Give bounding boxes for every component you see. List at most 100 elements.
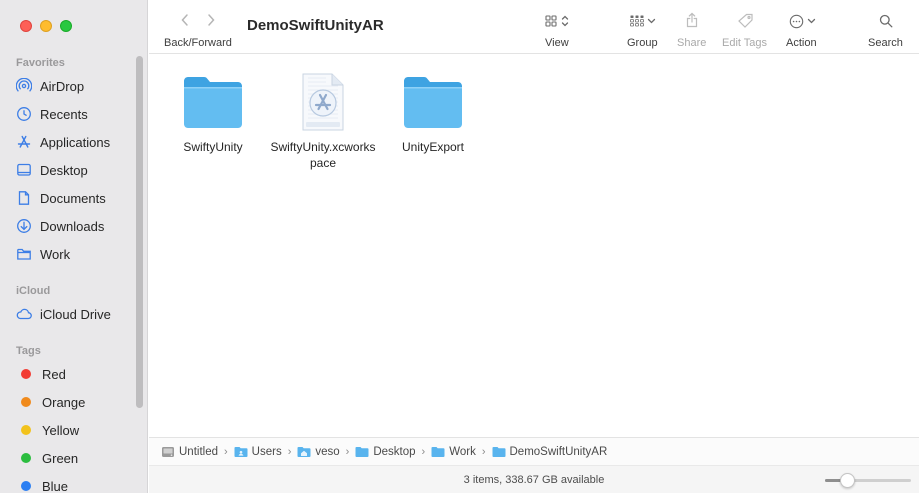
folder-icon bbox=[16, 246, 32, 262]
tag-icon bbox=[738, 13, 753, 28]
sidebar-item-recents[interactable]: Recents bbox=[16, 103, 138, 125]
search-icon bbox=[879, 14, 893, 28]
share-label: Share bbox=[677, 37, 707, 49]
sidebar-tag-red[interactable]: Red bbox=[16, 363, 138, 385]
chevron-right-icon: › bbox=[287, 445, 292, 458]
zoom-window-button[interactable] bbox=[60, 20, 72, 32]
icon-size-slider[interactable] bbox=[825, 473, 911, 488]
file-name: UnityExport bbox=[401, 140, 465, 154]
orange-tag-dot-icon bbox=[21, 397, 31, 407]
up-down-chevron-icon bbox=[561, 15, 569, 27]
status-text: 3 items, 338.67 GB available bbox=[463, 474, 605, 486]
file-item-swiftyunity[interactable]: SwiftyUnity bbox=[158, 70, 268, 155]
sidebar-item-label: iCloud Drive bbox=[40, 306, 111, 322]
crumb-label: veso bbox=[315, 445, 340, 458]
folder-icon bbox=[234, 446, 248, 457]
back-forward-control bbox=[179, 12, 217, 28]
back-chevron-icon[interactable] bbox=[179, 12, 191, 28]
more-circle-icon bbox=[789, 14, 804, 28]
chevron-right-icon: › bbox=[224, 445, 228, 458]
file-name: SwiftyUnity.xcworkspace bbox=[270, 140, 376, 170]
path-crumb-work[interactable]: Work › bbox=[431, 446, 491, 458]
sidebar-item-label: Blue bbox=[42, 478, 69, 493]
sidebar-item-airdrop[interactable]: AirDrop bbox=[16, 75, 138, 97]
chevron-down-icon bbox=[647, 18, 656, 24]
search-label: Search bbox=[868, 37, 903, 49]
crumb-label: DemoSwiftUnityAR bbox=[509, 445, 608, 458]
view-button[interactable] bbox=[545, 12, 570, 30]
airdrop-icon bbox=[16, 78, 32, 94]
window-title: DemoSwiftUnityAR bbox=[247, 17, 384, 34]
green-tag-dot-icon bbox=[21, 453, 31, 463]
xcworkspace-file-icon bbox=[291, 70, 355, 134]
sidebar-tag-orange[interactable]: Orange bbox=[16, 391, 138, 413]
sidebar-item-label: Red bbox=[42, 366, 66, 382]
chevron-right-icon: › bbox=[345, 445, 350, 458]
sidebar-item-label: AirDrop bbox=[40, 78, 85, 94]
path-crumb-untitled[interactable]: Untitled › bbox=[161, 446, 234, 458]
group-grid-icon bbox=[630, 15, 644, 27]
path-crumb-users[interactable]: Users › bbox=[234, 446, 298, 458]
sidebar-tag-yellow[interactable]: Yellow bbox=[16, 419, 138, 441]
edit-tags-label: Edit Tags bbox=[722, 37, 768, 49]
file-name: SwiftyUnity bbox=[183, 140, 243, 154]
sidebar-item-desktop[interactable]: Desktop bbox=[16, 159, 138, 181]
sidebar-item-work[interactable]: Work bbox=[16, 243, 138, 265]
sidebar-item-label: Downloads bbox=[40, 218, 105, 234]
sidebar-tag-green[interactable]: Green bbox=[16, 447, 138, 469]
sidebar-item-label: Documents bbox=[40, 190, 106, 206]
crumb-label: Untitled bbox=[179, 445, 218, 458]
path-crumb-desktop[interactable]: Desktop › bbox=[355, 446, 431, 458]
path-crumb-demoswiftunityar[interactable]: DemoSwiftUnityAR bbox=[492, 445, 608, 458]
sidebar-item-downloads[interactable]: Downloads bbox=[16, 215, 138, 237]
home-icon bbox=[297, 446, 311, 457]
minimize-window-button[interactable] bbox=[40, 20, 52, 32]
group-button[interactable] bbox=[630, 12, 656, 30]
icon-grid-icon bbox=[545, 15, 557, 27]
sidebar-item-documents[interactable]: Documents bbox=[16, 187, 138, 209]
back-forward-label: Back/Forward bbox=[164, 37, 232, 49]
blue-tag-dot-icon bbox=[21, 481, 31, 491]
forward-chevron-icon[interactable] bbox=[205, 12, 217, 28]
action-button[interactable] bbox=[789, 12, 816, 30]
window-controls bbox=[20, 20, 72, 32]
sidebar-item-label: Desktop bbox=[40, 162, 88, 178]
finder-window: Favorites AirDrop Recents Applications D… bbox=[0, 0, 919, 493]
group-label: Group bbox=[627, 37, 658, 49]
share-button[interactable] bbox=[686, 11, 698, 29]
folder-icon bbox=[401, 70, 465, 134]
icloud-section-title: iCloud bbox=[16, 285, 51, 297]
sidebar: Favorites AirDrop Recents Applications D… bbox=[0, 0, 148, 493]
folder-icon bbox=[181, 70, 245, 134]
sidebar-item-label: Green bbox=[42, 450, 79, 466]
path-crumb-veso[interactable]: veso › bbox=[297, 446, 355, 458]
sidebar-item-label: Work bbox=[40, 246, 71, 262]
close-window-button[interactable] bbox=[20, 20, 32, 32]
sidebar-item-icloud-drive[interactable]: iCloud Drive bbox=[16, 303, 138, 325]
document-icon bbox=[16, 190, 32, 206]
crumb-label: Users bbox=[251, 445, 282, 458]
sidebar-tag-blue[interactable]: Blue bbox=[16, 475, 138, 493]
file-item-xcworkspace[interactable]: SwiftyUnity.xcworkspace bbox=[268, 70, 378, 171]
sidebar-item-label: Applications bbox=[40, 134, 111, 150]
file-browser-content[interactable]: SwiftyUnity SwiftyUnity.xcworkspace Unit… bbox=[149, 55, 919, 436]
path-bar: Untitled › Users › veso › Desktop › Work… bbox=[149, 437, 919, 465]
search-button[interactable] bbox=[879, 12, 893, 30]
folder-icon bbox=[355, 446, 369, 457]
cloud-icon bbox=[16, 306, 32, 322]
file-item-unityexport[interactable]: UnityExport bbox=[378, 70, 488, 155]
sidebar-item-label: Orange bbox=[42, 394, 86, 410]
view-label: View bbox=[545, 37, 569, 49]
status-bar: 3 items, 338.67 GB available bbox=[149, 465, 919, 493]
share-icon bbox=[686, 12, 698, 28]
sidebar-scrollbar[interactable] bbox=[136, 56, 143, 408]
slider-knob[interactable] bbox=[840, 473, 855, 488]
disk-icon bbox=[162, 446, 174, 457]
folder-icon bbox=[431, 446, 445, 457]
edit-tags-button[interactable] bbox=[737, 12, 754, 30]
crumb-label: Desktop bbox=[373, 445, 416, 458]
sidebar-item-applications[interactable]: Applications bbox=[16, 131, 138, 153]
desktop-icon bbox=[16, 162, 32, 178]
red-tag-dot-icon bbox=[21, 369, 31, 379]
crumb-label: Work bbox=[449, 445, 476, 458]
